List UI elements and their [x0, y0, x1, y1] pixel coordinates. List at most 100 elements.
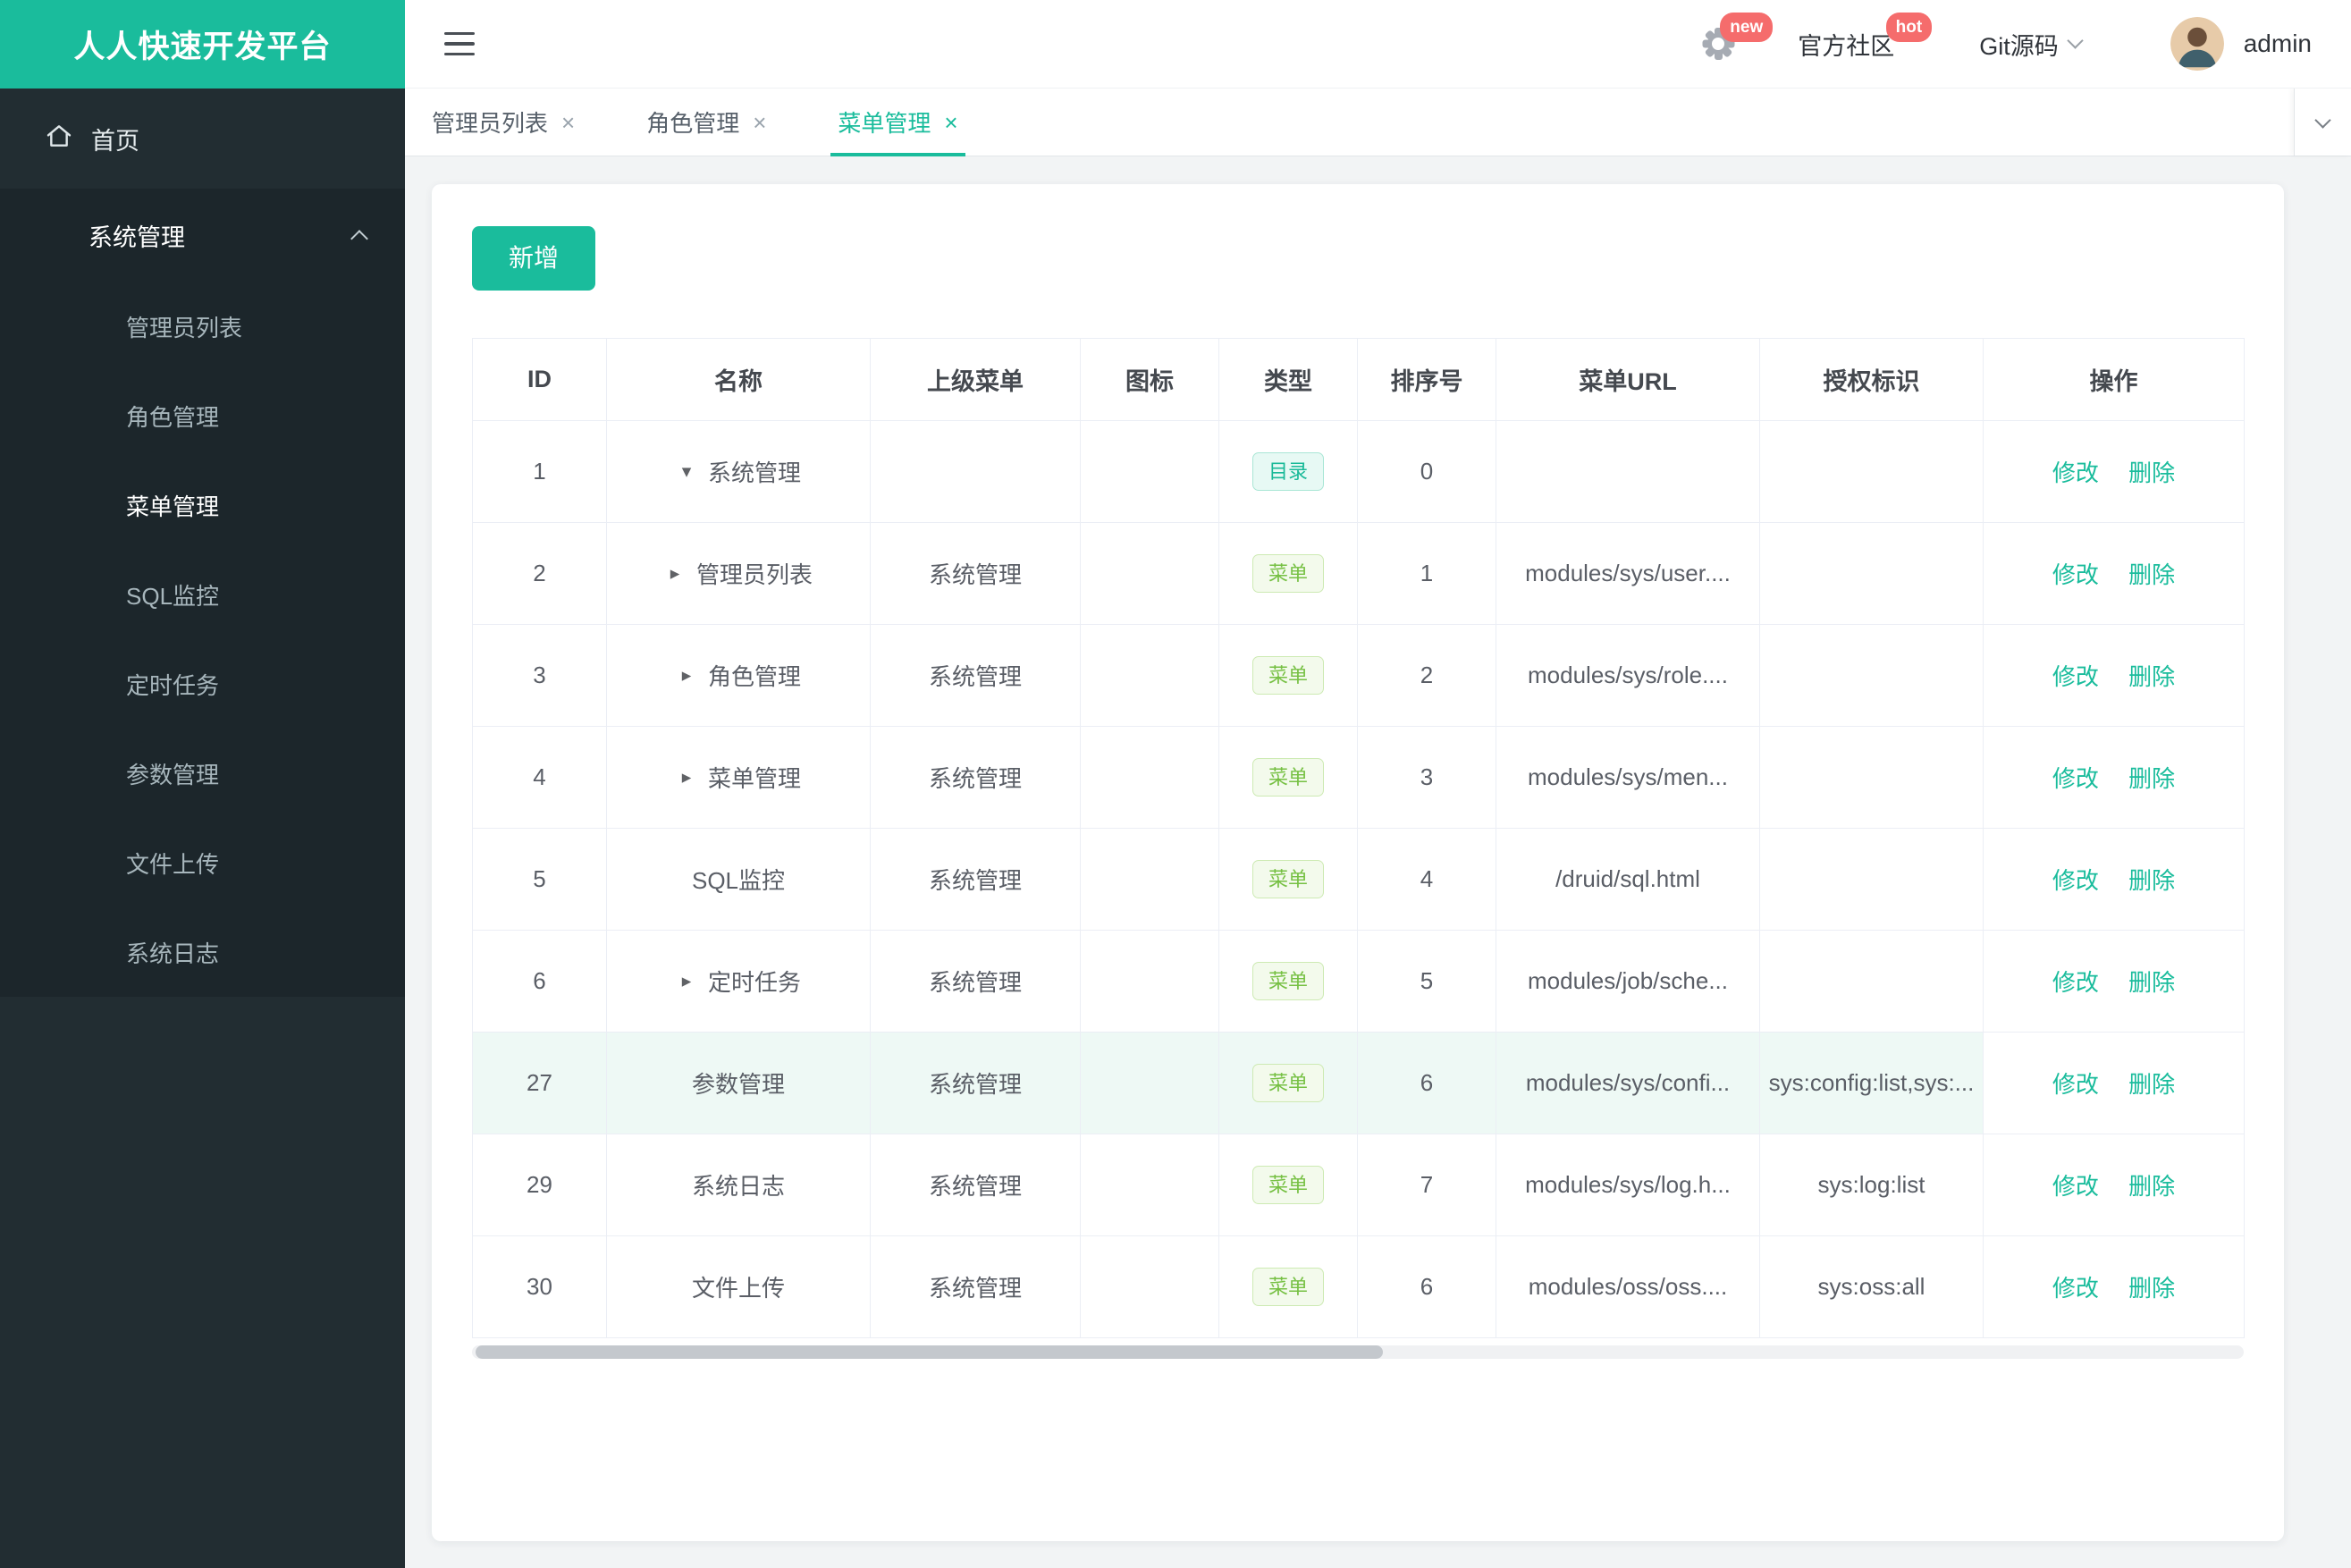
sidebar-section-system[interactable]: 系统管理: [0, 189, 405, 282]
sidebar: 人人快速开发平台 首页 系统管理 管理员列表 角色管理 菜单管理 SQL监控 定…: [0, 0, 405, 1568]
edit-link[interactable]: 修改: [2052, 969, 2099, 996]
menu-name: 角色管理: [707, 663, 801, 690]
edit-link[interactable]: 修改: [2052, 1275, 2099, 1302]
cell-name: ▸ 定时任务: [606, 930, 871, 1033]
type-tag: 菜单: [1251, 757, 1324, 797]
cell-order: 6: [1357, 1032, 1496, 1134]
cell-icon: [1080, 1032, 1219, 1134]
delete-link[interactable]: 删除: [2128, 1173, 2175, 1200]
scrollbar-thumb[interactable]: [476, 1345, 1383, 1359]
cell-name: ▸ 管理员列表: [606, 522, 871, 625]
sidebar-item-label: 定时任务: [126, 671, 220, 699]
cell-type: 目录: [1218, 420, 1358, 523]
cell-icon: [1080, 1235, 1219, 1338]
expand-arrow-icon[interactable]: ▸: [676, 664, 697, 687]
cell-parent: 系统管理: [870, 1032, 1081, 1134]
sidebar-home-label: 首页: [91, 127, 139, 155]
delete-link[interactable]: 删除: [2128, 1275, 2175, 1302]
delete-link[interactable]: 删除: [2128, 1071, 2175, 1098]
cell-name: 系统日志: [606, 1134, 871, 1236]
sidebar-item-label: 菜单管理: [126, 493, 220, 520]
cell-type: 菜单: [1218, 1134, 1358, 1236]
delete-link[interactable]: 删除: [2128, 663, 2175, 690]
menu-name: 菜单管理: [707, 765, 801, 792]
edit-link[interactable]: 修改: [2052, 867, 2099, 894]
tab-label: 管理员列表: [432, 110, 549, 137]
sidebar-item-param-mgmt[interactable]: 参数管理: [0, 729, 405, 818]
menu-name: SQL监控: [691, 867, 786, 894]
col-order: 排序号: [1357, 338, 1496, 421]
sidebar-item-label: SQL监控: [126, 582, 220, 610]
cell-perms: sys:log:list: [1759, 1134, 1984, 1236]
community-link[interactable]: 官方社区 hot: [1798, 12, 1933, 62]
tab-overflow-button[interactable]: [2294, 89, 2351, 156]
horizontal-scrollbar[interactable]: [472, 1345, 2244, 1359]
tab-label: 角色管理: [646, 110, 740, 137]
close-icon[interactable]: ×: [561, 111, 575, 134]
menu-name: 系统日志: [691, 1173, 785, 1200]
hamburger-menu-icon[interactable]: [444, 31, 475, 56]
cell-icon: [1080, 828, 1219, 931]
git-source-link[interactable]: Git源码: [1979, 27, 2084, 62]
delete-link[interactable]: 删除: [2128, 459, 2175, 486]
sidebar-item-scheduled-jobs[interactable]: 定时任务: [0, 639, 405, 729]
sidebar-item-sql-monitor[interactable]: SQL监控: [0, 550, 405, 639]
avatar[interactable]: [2170, 17, 2224, 71]
table-row: 1 ▾ 系统管理 目录 0 修改 删除: [472, 420, 2245, 523]
cell-name: 参数管理: [606, 1032, 871, 1134]
sidebar-item-admin-list[interactable]: 管理员列表: [0, 282, 405, 371]
hot-badge: hot: [1885, 12, 1933, 42]
delete-link[interactable]: 删除: [2128, 765, 2175, 792]
expand-arrow-icon[interactable]: ▸: [676, 766, 697, 788]
delete-link[interactable]: 删除: [2128, 969, 2175, 996]
sidebar-item-label: 系统日志: [126, 940, 220, 967]
cell-parent: 系统管理: [870, 624, 1081, 727]
type-tag: 菜单: [1251, 1267, 1324, 1307]
type-tag: 菜单: [1251, 961, 1324, 1001]
cell-url: [1496, 420, 1760, 523]
close-icon[interactable]: ×: [944, 111, 957, 134]
delete-link[interactable]: 删除: [2128, 561, 2175, 588]
cell-url: modules/oss/oss....: [1496, 1235, 1760, 1338]
cell-id: 4: [472, 726, 607, 829]
edit-link[interactable]: 修改: [2052, 459, 2099, 486]
type-tag: 菜单: [1251, 553, 1324, 594]
sidebar-tree-system: 系统管理 管理员列表 角色管理 菜单管理 SQL监控 定时任务 参数管理 文件上…: [0, 189, 405, 997]
cell-perms: [1759, 420, 1984, 523]
add-button[interactable]: 新增: [472, 226, 596, 291]
collapse-arrow-icon[interactable]: ▾: [676, 460, 697, 483]
expand-arrow-icon[interactable]: ▸: [676, 970, 697, 992]
cell-name: ▸ 角色管理: [606, 624, 871, 727]
edit-link[interactable]: 修改: [2052, 561, 2099, 588]
tab-menu-mgmt[interactable]: 菜单管理 ×: [830, 89, 965, 156]
edit-link[interactable]: 修改: [2052, 765, 2099, 792]
username[interactable]: admin: [2244, 30, 2312, 58]
cell-type: 菜单: [1218, 930, 1358, 1033]
sidebar-item-home[interactable]: 首页: [0, 89, 405, 189]
delete-link[interactable]: 删除: [2128, 867, 2175, 894]
cell-id: 6: [472, 930, 607, 1033]
edit-link[interactable]: 修改: [2052, 1173, 2099, 1200]
sidebar-item-file-upload[interactable]: 文件上传: [0, 818, 405, 907]
table-row: 30 文件上传 系统管理 菜单 6 modules/oss/oss.... sy…: [472, 1235, 2245, 1338]
topbar: new 官方社区 hot Git源码 admin: [405, 0, 2351, 89]
table-row: 29 系统日志 系统管理 菜单 7 modules/sys/log.h... s…: [472, 1134, 2245, 1236]
close-icon[interactable]: ×: [753, 111, 766, 134]
cell-icon: [1080, 522, 1219, 625]
menu-name: 参数管理: [691, 1071, 785, 1098]
cell-type: 菜单: [1218, 1032, 1358, 1134]
edit-link[interactable]: 修改: [2052, 1071, 2099, 1098]
expand-arrow-icon[interactable]: ▸: [664, 562, 686, 585]
sidebar-item-menu-mgmt[interactable]: 菜单管理: [0, 460, 405, 550]
tab-admin-list[interactable]: 管理员列表 ×: [432, 89, 575, 156]
cell-name: SQL监控: [606, 828, 871, 931]
cell-ops: 修改 删除: [1983, 828, 2245, 931]
col-parent: 上级菜单: [870, 338, 1081, 421]
cell-perms: [1759, 522, 1984, 625]
sidebar-item-system-log[interactable]: 系统日志: [0, 907, 405, 997]
sidebar-item-role-mgmt[interactable]: 角色管理: [0, 371, 405, 460]
edit-link[interactable]: 修改: [2052, 663, 2099, 690]
tab-role-mgmt[interactable]: 角色管理 ×: [646, 89, 766, 156]
cell-order: 3: [1357, 726, 1496, 829]
settings-button[interactable]: new: [1701, 13, 1774, 61]
